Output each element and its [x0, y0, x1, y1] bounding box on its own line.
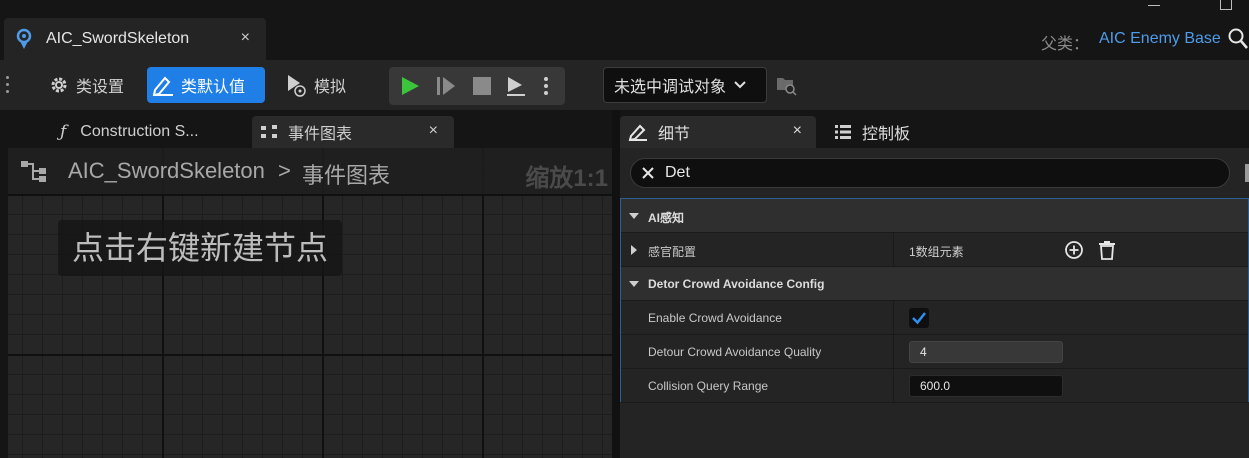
maximize-button[interactable] — [1220, 0, 1232, 10]
class-defaults-icon — [152, 76, 173, 96]
category-label: Detor Crowd Avoidance Config — [648, 277, 825, 291]
column-divider[interactable] — [893, 369, 894, 403]
class-settings-label: 类设置 — [76, 79, 125, 96]
graph-left-edge — [0, 148, 8, 458]
graph-canvas[interactable]: AIC_SwordSkeleton > 事件图表 缩放1:1 点击右键新建节点 — [0, 148, 612, 458]
enable-crowd-avoidance-checkbox[interactable] — [909, 308, 929, 328]
tab-details[interactable]: 细节 × — [620, 116, 816, 148]
eject-icon[interactable] — [505, 75, 527, 97]
class-defaults-label: 类默认值 — [181, 79, 246, 96]
graph-icon — [21, 161, 46, 182]
breadcrumb-current: 事件图表 — [302, 163, 391, 188]
panel-splitter[interactable] — [612, 110, 620, 458]
property-label: 感官配置 — [648, 245, 697, 259]
palette-icon — [835, 125, 851, 139]
play-icon[interactable] — [399, 75, 421, 97]
blueprint-icon — [16, 28, 32, 49]
array-count: 1数组元素 — [909, 245, 964, 259]
details-panel: 细节 × 控制板 Det AI感知 感官配置 1数组元素 Detor Crowd… — [620, 110, 1249, 458]
column-divider[interactable] — [893, 233, 894, 267]
play-controls — [389, 67, 565, 105]
property-row: Detour Crowd Avoidance Quality 4 — [621, 335, 1248, 369]
parent-class-label: 父类： — [1041, 36, 1090, 53]
chevron-down-icon — [629, 281, 639, 287]
function-icon: ƒ — [60, 122, 67, 142]
category-crowd-avoidance[interactable]: Detor Crowd Avoidance Config — [621, 267, 1248, 301]
details-search-input[interactable]: Det — [630, 158, 1230, 188]
details-body: Det AI感知 感官配置 1数组元素 Detor Crowd Avoidanc… — [620, 148, 1249, 458]
tab-label: 控制板 — [862, 126, 911, 143]
close-icon[interactable] — [641, 166, 655, 180]
property-row: Enable Crowd Avoidance — [621, 301, 1248, 335]
tab-label: 事件图表 — [288, 126, 353, 143]
more-icon[interactable] — [541, 75, 551, 97]
tab-palette[interactable]: 控制板 — [826, 116, 976, 148]
chevron-down-icon — [734, 81, 746, 89]
property-row: Collision Query Range 600.0 — [621, 369, 1248, 403]
graph-panel: ƒ Construction S... 事件图表 × AIC_SwordSkel… — [0, 110, 612, 458]
category-ai-perception[interactable]: AI感知 — [621, 199, 1248, 233]
trash-icon[interactable] — [1098, 240, 1116, 260]
class-settings-button[interactable]: 类设置 — [44, 67, 136, 103]
tab-label: 细节 — [658, 126, 691, 143]
graph-icon — [261, 125, 277, 138]
toolbar-grip[interactable] — [6, 76, 10, 96]
minimize-button[interactable] — [1148, 0, 1160, 6]
avoidance-quality-input[interactable]: 4 — [909, 341, 1063, 363]
title-bar: AIC_SwordSkeleton × 父类： AIC Enemy Base — [0, 0, 1249, 60]
property-row[interactable]: 感官配置 1数组元素 — [621, 233, 1248, 267]
stop-icon[interactable] — [471, 75, 493, 97]
category-label: AI感知 — [648, 211, 685, 225]
graph-hint: 点击右键新建节点 — [58, 220, 343, 276]
close-icon[interactable]: × — [241, 29, 250, 47]
column-divider[interactable] — [893, 301, 894, 335]
property-label: Detour Crowd Avoidance Quality — [648, 345, 822, 359]
search-icon[interactable] — [1228, 28, 1248, 50]
search-value: Det — [665, 164, 690, 181]
asset-tab[interactable]: AIC_SwordSkeleton × — [4, 18, 266, 60]
add-icon[interactable] — [1064, 240, 1084, 260]
graph-breadcrumb-bar: AIC_SwordSkeleton > 事件图表 缩放1:1 — [8, 148, 612, 194]
tab-event-graph[interactable]: 事件图表 × — [252, 116, 454, 148]
parent-class-link[interactable]: AIC Enemy Base — [1099, 30, 1221, 48]
simulate-label: 模拟 — [314, 79, 347, 96]
class-defaults-button[interactable]: 类默认值 — [147, 67, 265, 103]
breadcrumb-separator: > — [278, 158, 291, 183]
debug-object-value: 未选中调试对象 — [614, 79, 727, 96]
tab-construction-script[interactable]: ƒ Construction S... — [52, 116, 248, 148]
find-icon[interactable] — [775, 74, 797, 96]
view-options-button[interactable] — [1245, 164, 1249, 182]
step-icon[interactable] — [435, 75, 457, 97]
gear-icon — [51, 77, 67, 93]
pencil-icon — [628, 124, 647, 141]
asset-tab-title: AIC_SwordSkeleton — [46, 30, 190, 47]
tab-label: Construction S... — [80, 123, 199, 140]
breadcrumb-root[interactable]: AIC_SwordSkeleton — [68, 158, 265, 184]
collision-query-range-input[interactable]: 600.0 — [909, 375, 1063, 397]
close-icon[interactable]: × — [429, 122, 438, 140]
property-list: AI感知 感官配置 1数组元素 Detor Crowd Avoidance Co… — [620, 198, 1249, 403]
column-divider[interactable] — [893, 335, 894, 369]
property-label: Collision Query Range — [648, 379, 769, 393]
simulate-icon — [288, 75, 306, 97]
zoom-level: 缩放1:1 — [525, 165, 608, 192]
simulate-button[interactable]: 模拟 — [280, 67, 360, 103]
chevron-down-icon — [629, 213, 639, 219]
chevron-right-icon[interactable] — [629, 245, 639, 255]
close-icon[interactable]: × — [793, 122, 802, 140]
checkmark-icon — [912, 312, 926, 325]
property-label: Enable Crowd Avoidance — [648, 311, 782, 325]
debug-object-select[interactable]: 未选中调试对象 — [603, 67, 767, 103]
